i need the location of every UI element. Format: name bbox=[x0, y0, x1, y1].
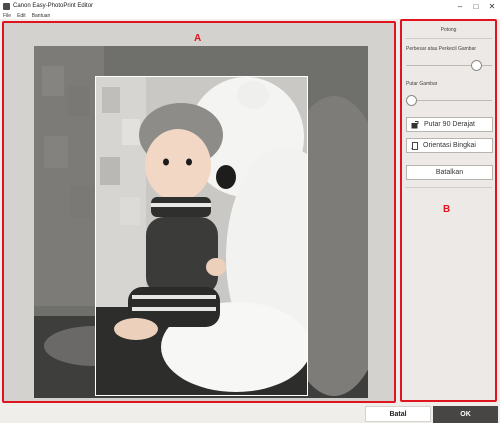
maximize-button[interactable]: □ bbox=[468, 0, 484, 12]
menu-help[interactable]: Bantuan bbox=[32, 13, 51, 19]
zoom-slider-thumb[interactable] bbox=[471, 60, 483, 71]
rotate-slider-track bbox=[406, 100, 492, 101]
menu-edit[interactable]: Edit bbox=[17, 13, 26, 19]
zoom-label: Perbesar atau Perkecil Gambar bbox=[406, 46, 477, 52]
close-button[interactable]: ✕ bbox=[484, 0, 500, 12]
rotate-90-button[interactable]: Putar 90 Derajat bbox=[406, 117, 493, 132]
area-a-label: A bbox=[194, 33, 202, 44]
undo-label: Batalkan bbox=[435, 169, 464, 176]
rotate-slider-thumb[interactable] bbox=[406, 95, 417, 106]
app-icon bbox=[3, 2, 10, 10]
frame-orientation-label: Orientasi Bingkai bbox=[423, 142, 476, 149]
panel-divider bbox=[405, 38, 492, 39]
area-b-label: B bbox=[443, 204, 451, 215]
cancel-button[interactable]: Batal bbox=[365, 406, 431, 422]
window-title: Canon Easy-PhotoPrint Editor bbox=[13, 3, 94, 9]
crop-frame[interactable] bbox=[95, 76, 308, 396]
rotate-90-label: Putar 90 Derajat bbox=[424, 121, 475, 128]
rotate-label: Putar Gambar bbox=[406, 81, 438, 87]
edit-area-frame bbox=[2, 21, 396, 403]
panel-title: Potong bbox=[440, 27, 457, 33]
frame-orientation-icon bbox=[411, 142, 418, 150]
minimize-button[interactable]: – bbox=[452, 0, 468, 12]
menu-file[interactable]: File bbox=[3, 13, 11, 19]
frame-orientation-button[interactable]: Orientasi Bingkai bbox=[406, 138, 493, 153]
baby-photo bbox=[96, 77, 307, 395]
undo-button[interactable]: Batalkan bbox=[406, 165, 493, 180]
image-canvas[interactable] bbox=[34, 46, 368, 398]
rotate-icon bbox=[411, 121, 419, 129]
title-bar: Canon Easy-PhotoPrint Editor – □ ✕ bbox=[0, 0, 500, 12]
ok-button[interactable]: OK bbox=[433, 406, 498, 423]
panel-divider bbox=[405, 187, 492, 188]
menu-bar: File Edit Bantuan bbox=[0, 12, 500, 19]
